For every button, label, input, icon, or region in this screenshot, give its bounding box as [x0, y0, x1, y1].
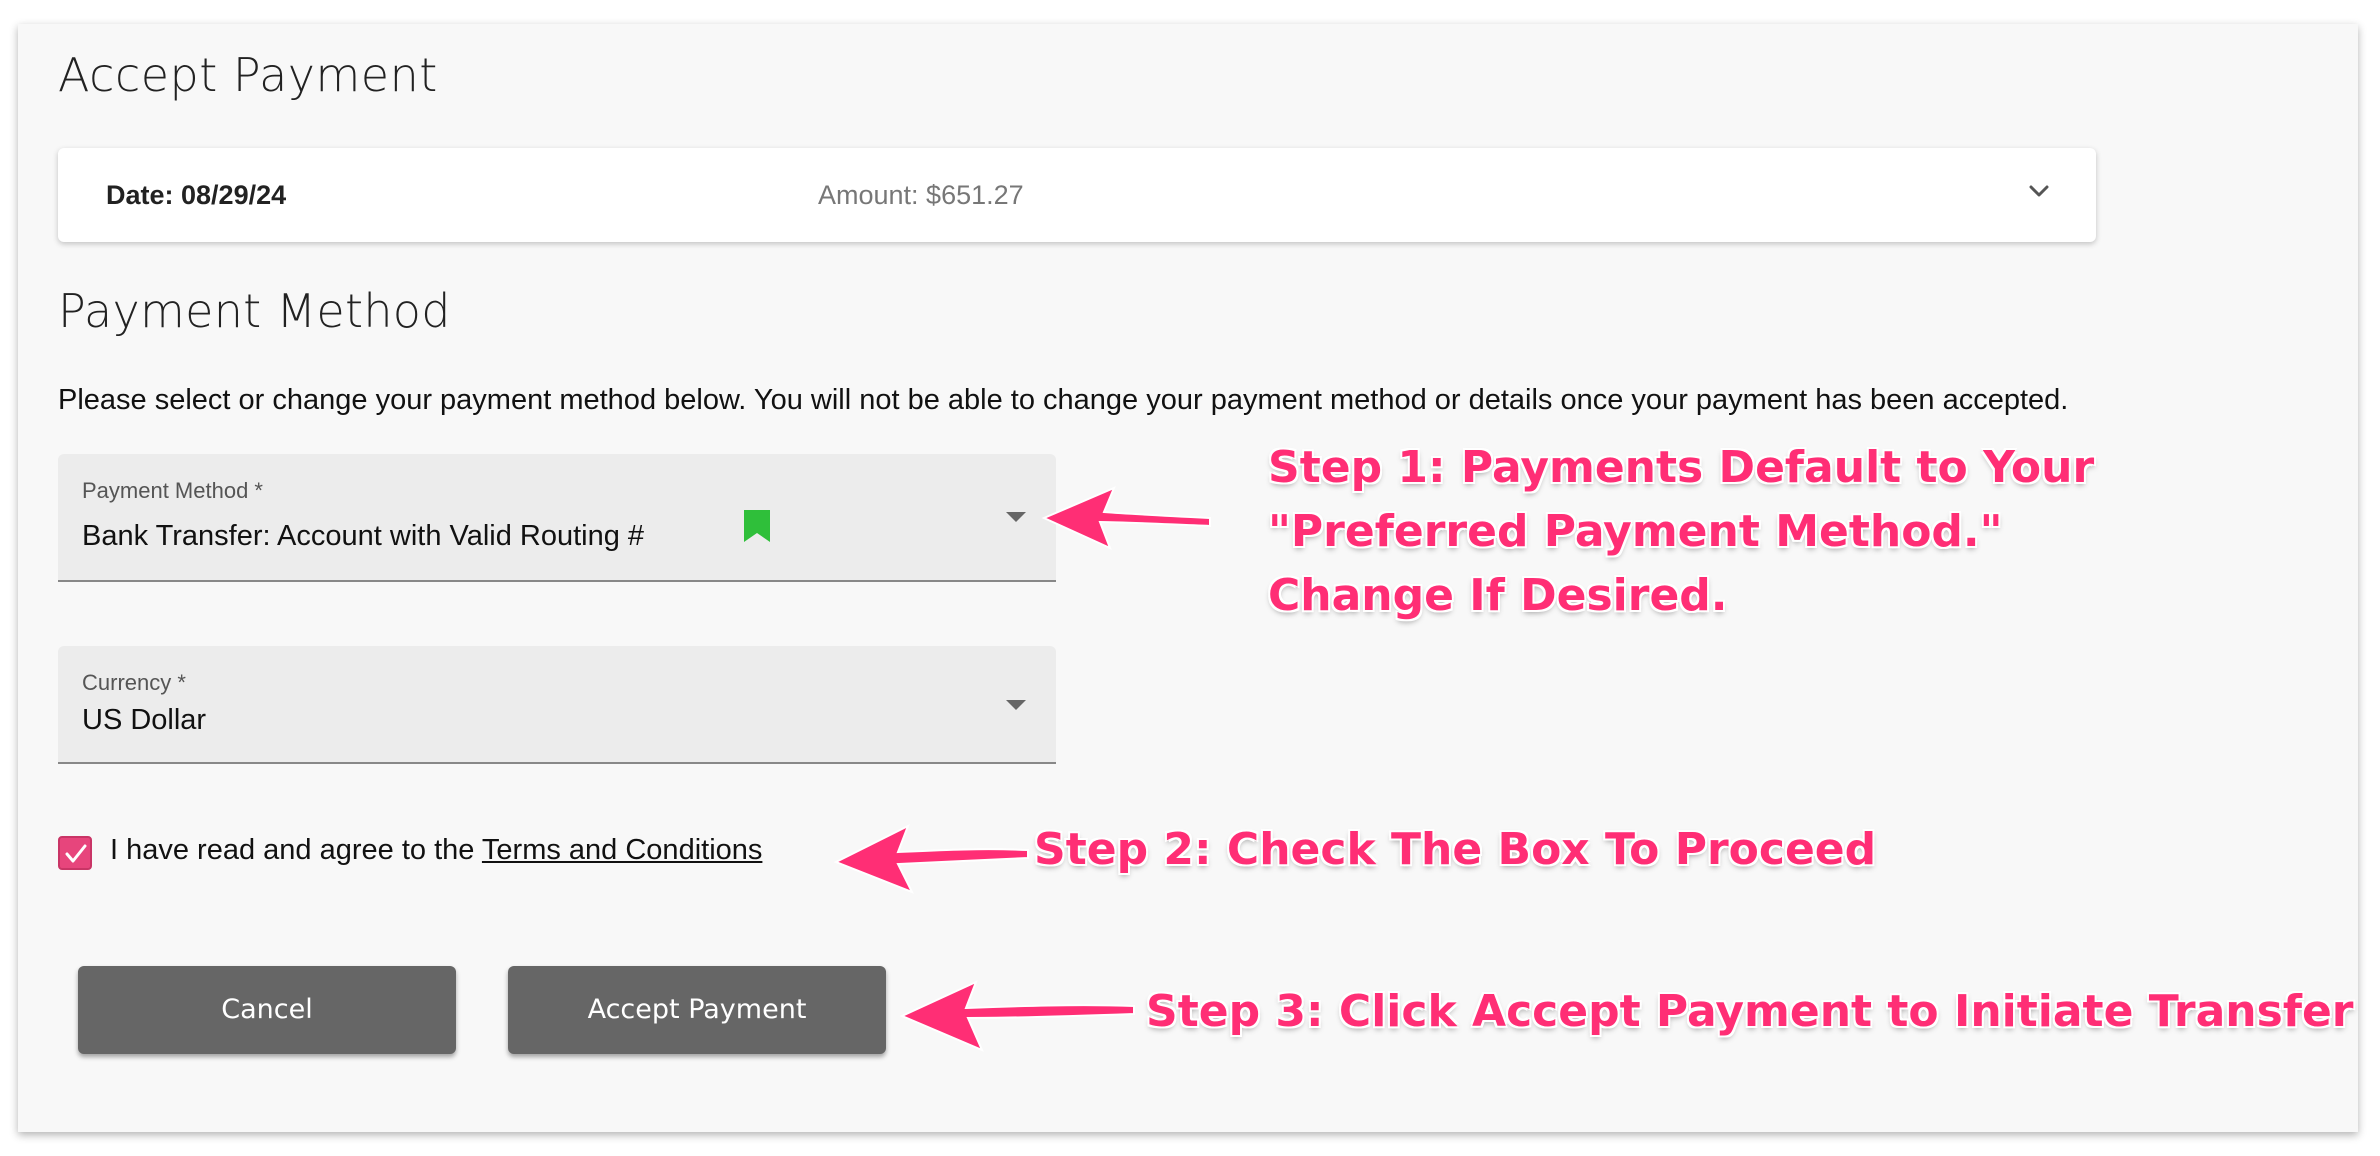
accept-payment-button[interactable]: Accept Payment — [508, 966, 886, 1054]
payment-method-label: Payment Method * — [82, 478, 263, 503]
checkmark-icon — [65, 844, 87, 863]
payment-method-select[interactable]: Payment Method * Bank Transfer: Account … — [58, 454, 1056, 582]
dropdown-arrow-icon[interactable] — [1006, 512, 1026, 522]
chevron-down-icon[interactable] — [2026, 178, 2052, 204]
terms-agreement-label: I have read and agree to the — [110, 834, 482, 866]
payment-method-value: Bank Transfer: Account with Valid Routin… — [82, 520, 645, 552]
payment-date: Date: 08/29/24 — [106, 180, 287, 210]
currency-label: Currency * — [82, 670, 186, 695]
page-title: Accept Payment — [58, 48, 438, 102]
annotation-arrow-step1 — [1041, 486, 1211, 550]
payment-method-heading: Payment Method — [58, 284, 451, 338]
dropdown-arrow-icon[interactable] — [1006, 700, 1026, 710]
annotation-arrow-step3 — [899, 980, 1135, 1052]
annotation-step3: Step 3: Click Accept Payment to Initiate… — [1146, 986, 2354, 1037]
annotation-step2: Step 2: Check The Box To Proceed — [1034, 824, 1877, 875]
annotation-step1-line1: Step 1: Payments Default to Your — [1268, 442, 2095, 493]
bookmark-icon — [744, 510, 770, 542]
cancel-button[interactable]: Cancel — [78, 966, 456, 1054]
payment-summary-panel[interactable]: Date: 08/29/24 Amount: $651.27 — [58, 148, 2096, 242]
terms-agreement-text: I have read and agree to the Terms and C… — [110, 834, 762, 867]
annotation-arrow-step2 — [833, 823, 1029, 894]
annotation-step1-line2: "Preferred Payment Method." — [1268, 506, 2003, 557]
currency-select[interactable]: Currency * US Dollar — [58, 646, 1056, 764]
annotation-step1-line3: Change If Desired. — [1268, 570, 1728, 621]
currency-value: US Dollar — [82, 704, 207, 736]
terms-checkbox[interactable] — [58, 836, 92, 870]
payment-amount: Amount: $651.27 — [818, 180, 1024, 210]
terms-and-conditions-link[interactable]: Terms and Conditions — [482, 834, 762, 866]
annotation-step1: Step 1: Payments Default to Your "Prefer… — [1268, 436, 2094, 628]
payment-method-instructions: Please select or change your payment met… — [58, 384, 2069, 416]
